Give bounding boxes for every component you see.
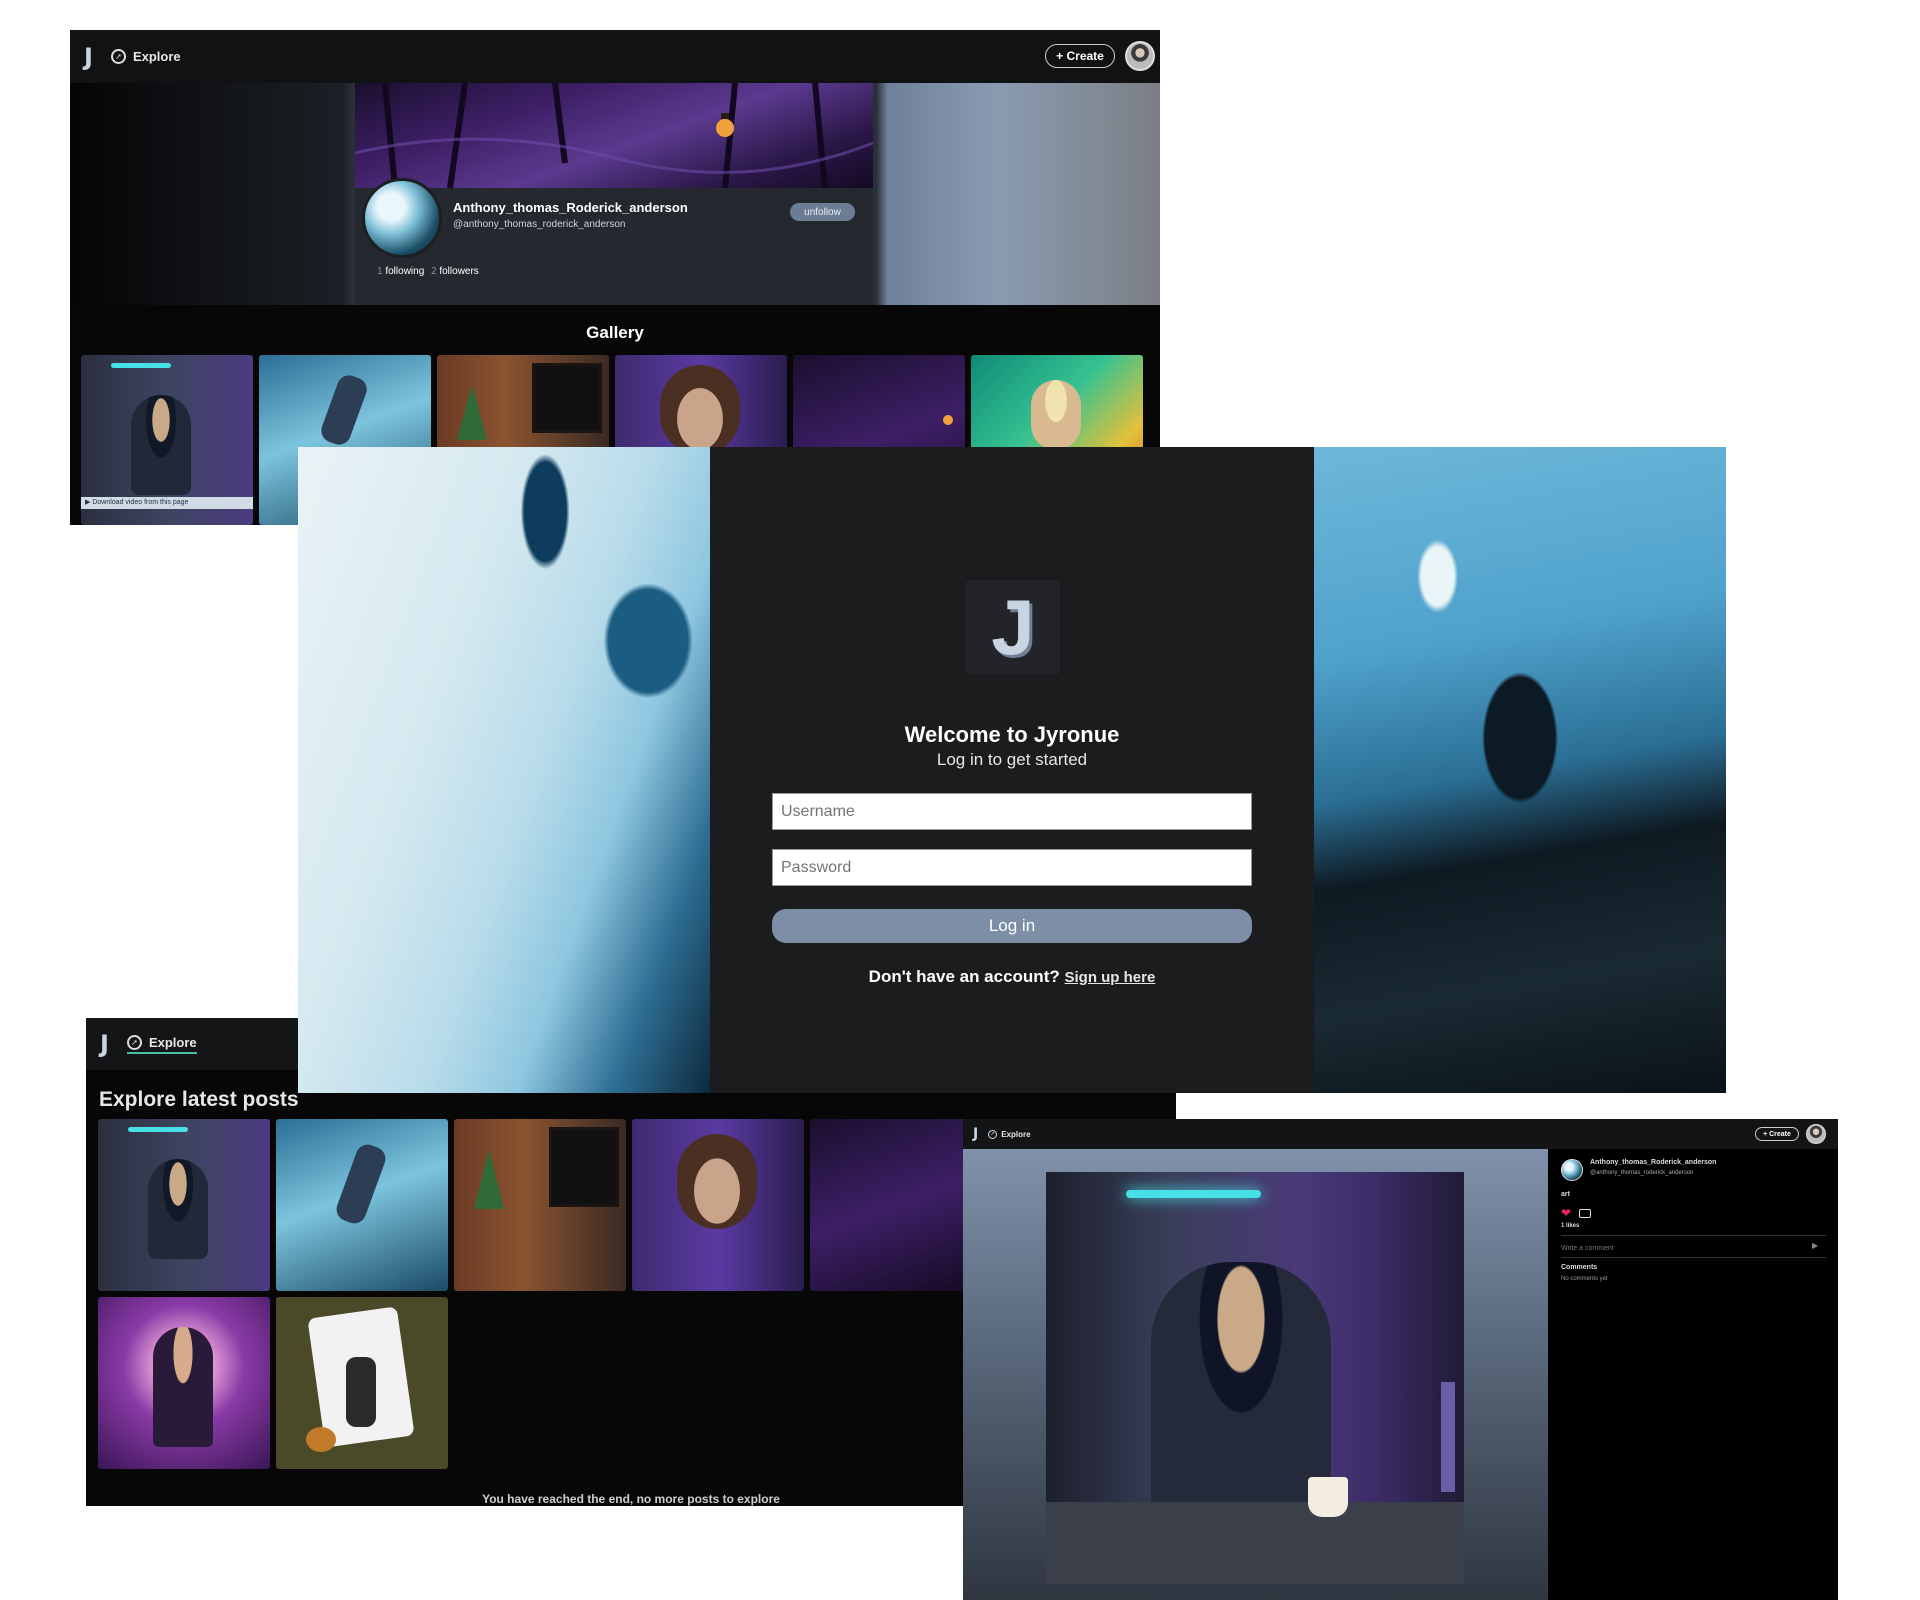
logo-icon[interactable]: J [100,1030,109,1058]
profile-avatar [362,178,442,258]
gallery-item[interactable]: ▶ Download video from this page [81,355,253,525]
compass-icon: ➚ [988,1129,998,1139]
post-thumbnail[interactable] [632,1119,804,1291]
profile-handle: @anthony_thomas_roderick_anderson [453,219,626,230]
marble-art-right [1314,447,1726,1093]
user-avatar[interactable] [1806,1124,1826,1144]
username-input[interactable] [772,793,1252,830]
followers-label: followers [439,266,479,277]
login-button[interactable]: Log in [772,909,1252,943]
top-nav: J ➚ Explore + Create [70,30,1160,83]
post-author-avatar[interactable] [1561,1159,1583,1181]
logo-icon: J [966,580,1060,674]
signup-link[interactable]: Sign up here [1064,969,1155,986]
compass-icon: ➚ [110,49,126,64]
no-comments-text: No comments yet [1561,1276,1608,1282]
profile-banner-area: Anthony_thomas_Roderick_anderson @anthon… [70,82,1160,305]
post-author-handle: @anthony_thomas_roderick_anderson [1590,1170,1694,1176]
password-input[interactable] [772,849,1252,886]
comments-title: Comments [1561,1264,1598,1271]
signup-prompt: Don't have an account? Sign up here [710,967,1314,987]
post-caption: art [1561,1191,1570,1198]
post-image-area [963,1149,1548,1600]
post-thumbnail[interactable] [276,1119,448,1291]
post-thumbnail[interactable] [98,1297,270,1469]
post-sidebar: Anthony_thomas_Roderick_anderson @anthon… [1548,1149,1838,1600]
no-account-text: Don't have an account? [868,967,1060,986]
banner-forest-art [354,82,874,189]
nav-explore-link[interactable]: ➚ Explore [126,1034,197,1054]
followers-stat[interactable]: 2 followers [431,266,479,277]
login-subtitle: Log in to get started [936,750,1088,769]
nav-explore-label: Explore [1001,1129,1031,1139]
following-stat[interactable]: 1 following [377,266,424,277]
send-icon[interactable]: ▶ [1812,1241,1818,1250]
gallery-title: Gallery [586,323,644,342]
explore-title: Explore latest posts [99,1088,299,1111]
post-thumbnail[interactable] [454,1119,626,1291]
profile-banner-image [354,82,874,189]
following-count: 1 [377,266,383,277]
create-button[interactable]: + Create [1755,1127,1799,1141]
welcome-heading: Welcome to Jyronue [904,722,1120,747]
login-window: J Welcome to Jyronue Log in to get start… [298,447,1726,1093]
top-nav: J ➚ Explore + Create [963,1119,1838,1149]
unfollow-button[interactable]: unfollow [790,203,855,221]
post-author-name[interactable]: Anthony_thomas_Roderick_anderson [1590,1159,1716,1166]
profile-display-name: Anthony_thomas_Roderick_anderson [453,200,688,215]
user-avatar[interactable] [1125,41,1155,71]
compass-icon: ➚ [126,1034,142,1050]
logo-icon[interactable]: J [973,1126,978,1142]
login-logo-glyph: J [991,582,1035,671]
comment-divider-bottom [1561,1257,1826,1258]
comment-input[interactable] [1561,1241,1801,1255]
post-thumbnail[interactable] [98,1119,270,1291]
logo-icon[interactable]: J [84,43,93,71]
heart-icon[interactable]: ❤ [1561,1206,1571,1220]
nav-explore-label: Explore [132,49,181,64]
marble-art-left [298,447,710,1093]
post-image [1046,1172,1464,1584]
following-label: following [385,266,425,277]
likes-count: 1 likes [1561,1223,1580,1229]
nav-explore-link[interactable]: ➚ Explore [110,49,181,64]
followers-count: 2 [431,266,437,277]
comment-icon[interactable] [1579,1209,1591,1218]
nav-explore-link[interactable]: ➚ Explore [988,1129,1031,1139]
post-thumbnail[interactable] [810,1119,982,1291]
nav-explore-label: Explore [148,1034,197,1050]
post-detail-window: J ➚ Explore + Create Anthony_thomas_Rode… [963,1119,1838,1600]
post-thumbnail[interactable] [276,1297,448,1469]
comment-divider-top [1561,1235,1826,1236]
download-video-bar[interactable]: ▶ Download video from this page [81,497,253,509]
create-button[interactable]: + Create [1045,44,1115,68]
